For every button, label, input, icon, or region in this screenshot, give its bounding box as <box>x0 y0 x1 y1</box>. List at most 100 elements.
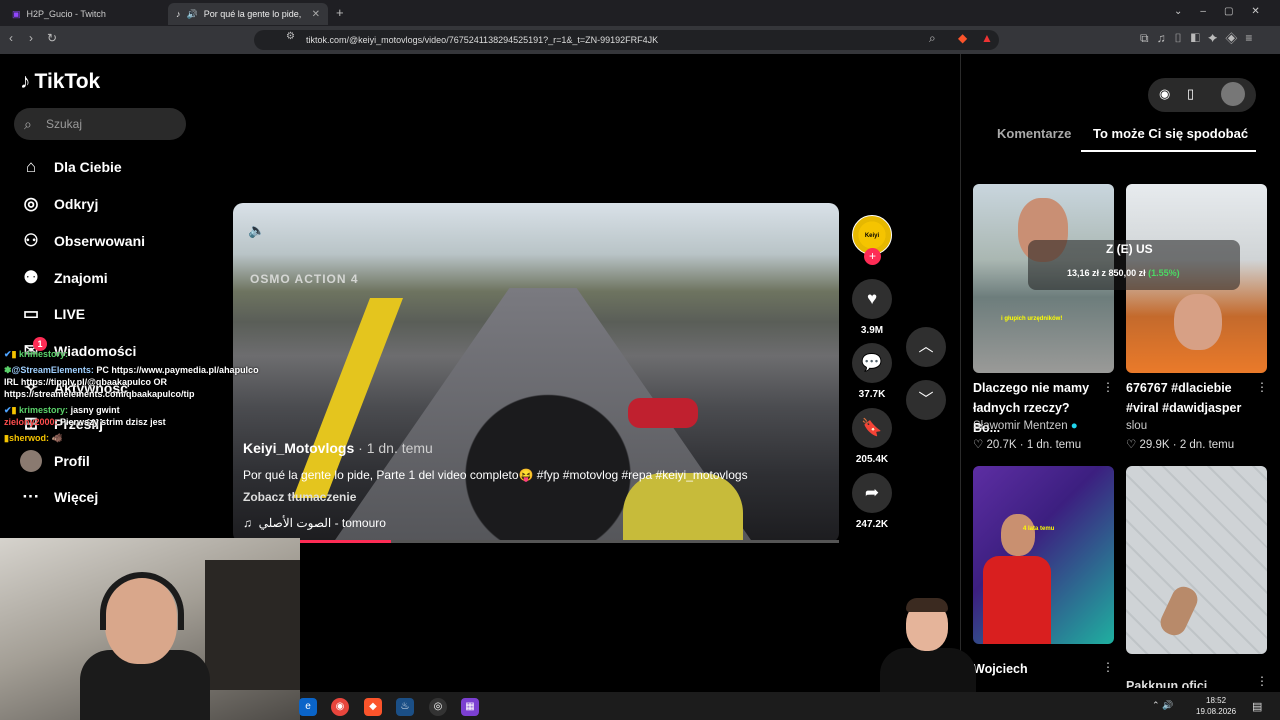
thumb-hand <box>1156 582 1202 640</box>
card-title[interactable]: 676767 #dlaciebie #viral #dawidjasper <box>1126 378 1254 418</box>
twitch-icon: ▣ <box>12 8 21 19</box>
card-meta: ♡ 20.7K · 1 dn. temu <box>973 439 1082 451</box>
edge-icon[interactable]: e <box>299 698 317 716</box>
chat-message: ✽@StreamElements: PC https://www.paymedi… <box>4 365 259 399</box>
more-options-icon[interactable]: ⋮ <box>1256 674 1268 688</box>
save-action[interactable]: 🔖 205.4K <box>852 408 892 465</box>
compass-icon: ◎ <box>23 194 39 213</box>
tab-recommended[interactable]: To może Ci się spodobać <box>1093 126 1248 141</box>
chat-message: ▮sherwod: 🐗 <box>4 433 63 443</box>
heart-icon[interactable]: ♥ <box>852 279 892 319</box>
close-tab-icon[interactable]: ✕ <box>312 9 320 20</box>
verified-icon: ● <box>1070 420 1078 432</box>
brave-shield-icon[interactable]: ◆ <box>958 31 967 45</box>
more-options-icon[interactable]: ⋮ <box>1102 380 1114 394</box>
phone-icon[interactable]: ▯ <box>1187 86 1194 102</box>
chrome-icon[interactable]: ◉ <box>331 698 349 716</box>
tab-comments[interactable]: Komentarze <box>997 126 1071 141</box>
card-title[interactable]: Wojciech <box>973 659 1028 679</box>
tiktok-logo[interactable]: ♪ TikTok <box>20 70 100 94</box>
taskbar-clock[interactable]: 18:52 19.08.2026 <box>1196 695 1236 717</box>
follow-button[interactable]: + <box>864 248 881 265</box>
url-field[interactable]: tiktok.com/@keiyi_motovlogs/video/767524… <box>254 30 999 50</box>
back-icon[interactable]: ‹ <box>9 31 13 45</box>
search-icon: ⌕ <box>24 116 32 132</box>
live-tv-icon: ▭ <box>22 304 40 323</box>
new-tab-button[interactable]: + <box>336 5 344 20</box>
chat-message: zielony2000: Pierwszy strim dzisz jest <box>4 417 166 427</box>
video-time: · 1 dn. temu <box>354 440 433 456</box>
user-avatar[interactable] <box>1221 82 1245 106</box>
stream-chat-overlay: ✔▮ krimestory: ✽@StreamElements: PC http… <box>4 348 264 444</box>
more-options-icon[interactable]: ⋮ <box>1256 380 1268 394</box>
home-icon: ⌂ <box>25 157 37 176</box>
recommended-video-thumb[interactable]: 4 lata temu <box>973 466 1114 644</box>
thumb-face <box>1001 514 1035 556</box>
stock-name: Z (E) US <box>1106 242 1153 256</box>
recommended-video-thumb[interactable] <box>1126 466 1267 654</box>
tab-twitch[interactable]: ▣ H2P_Gucio - Twitch <box>4 3 164 25</box>
comment-action[interactable]: 💬 37.7K <box>852 343 892 400</box>
share-icon[interactable]: ➦ <box>852 473 892 513</box>
volume-icon[interactable]: 🔈 <box>248 222 265 239</box>
stock-values: 13,16 zł z 850,00 zł (1.55%) <box>1067 268 1180 278</box>
windows-taskbar <box>300 692 1280 720</box>
search-input[interactable]: ⌕ Szukaj <box>14 108 186 140</box>
profile-avatar <box>20 450 42 472</box>
bookmark-save-icon[interactable]: 🔖 <box>852 408 892 448</box>
sidebar-item-explore[interactable]: ◎ Odkryj <box>20 191 99 217</box>
like-action[interactable]: ♥ 3.9M <box>852 279 892 336</box>
obs-icon[interactable]: ◎ <box>429 698 447 716</box>
overlay-person-hair <box>906 598 948 612</box>
more-icon: ··· <box>22 487 40 506</box>
card-author[interactable]: Sławomir Mentzen ● <box>973 420 1078 432</box>
sidebar-item-more[interactable]: ··· Więcej <box>20 484 99 510</box>
video-author[interactable]: Keiyi_Motovlogs · 1 dn. temu <box>243 440 433 456</box>
friends-icon: ⚉ <box>23 268 39 287</box>
tab-tiktok[interactable]: ♪ 🔊 Por qué la gente lo pide, Parte ✕ <box>168 3 328 25</box>
tiktok-note-icon: ♪ <box>20 70 31 93</box>
see-translation-link[interactable]: Zobacz tłumaczenie <box>243 490 356 504</box>
card-author[interactable]: slou <box>1126 420 1147 432</box>
chat-message: ✔▮ krimestory: <box>4 349 69 359</box>
tiktok-tab-icon: ♪ <box>176 9 181 19</box>
extensions-icons[interactable]: ⧉♫▯◧✦◈≡ <box>1140 31 1260 46</box>
more-options-icon[interactable]: ⋮ <box>1102 660 1114 674</box>
video-description: Por qué la gente lo pide, Parte 1 del vi… <box>243 468 748 482</box>
compass-small-icon[interactable]: ◉ <box>1159 86 1170 102</box>
card-title[interactable]: Pakkpun ofici... <box>1126 676 1218 688</box>
video-watermark: OSMO ACTION 4 <box>250 272 359 286</box>
sidebar-item-live[interactable]: ▭ LIVE <box>20 301 85 327</box>
sidebar-item-for-you[interactable]: ⌂ Dla Ciebie <box>20 154 122 180</box>
window-controls[interactable]: ⌄–▢✕ <box>1174 6 1278 17</box>
video-music[interactable]: ♫ الصوت الأصلي - tomouro <box>243 516 386 530</box>
thumb-referee <box>983 556 1051 644</box>
active-tab-indicator <box>1081 150 1256 152</box>
brave-icon[interactable]: ◆ <box>364 698 382 716</box>
video-glove <box>628 398 698 428</box>
next-video-button[interactable]: ﹀ <box>906 380 946 420</box>
video-tank <box>623 473 743 543</box>
sidebar-item-profile[interactable]: Profil <box>20 448 90 474</box>
app-icon[interactable]: ▦ <box>461 698 479 716</box>
thumb-face <box>1174 294 1222 350</box>
sidebar-item-friends[interactable]: ⚉ Znajomi <box>20 265 107 291</box>
notifications-icon[interactable]: ▤ <box>1252 700 1262 713</box>
previous-video-button[interactable]: ︿ <box>906 327 946 367</box>
zoom-icon[interactable]: ⌕ <box>929 31 936 46</box>
webcam-background-object <box>205 560 300 690</box>
steam-icon[interactable]: ♨ <box>396 698 414 716</box>
forward-icon[interactable]: › <box>29 31 33 45</box>
share-action[interactable]: ➦ 247.2K <box>852 473 892 530</box>
heart-outline-icon: ♡ <box>1126 439 1137 451</box>
comment-icon[interactable]: 💬 <box>852 343 892 383</box>
site-info-icon[interactable]: ⚙ <box>286 31 295 42</box>
reload-icon[interactable]: ↻ <box>47 31 57 45</box>
tray-icons[interactable]: ⌃ 🔊 <box>1152 700 1173 711</box>
heart-outline-icon: ♡ <box>973 439 984 451</box>
brave-rewards-icon[interactable]: ▲ <box>981 31 993 45</box>
sidebar-item-following[interactable]: ⚇ Obserwowani <box>20 228 145 254</box>
audio-icon: 🔊 <box>186 8 198 19</box>
following-icon: ⚇ <box>23 231 39 250</box>
music-note-icon: ♫ <box>243 516 252 530</box>
